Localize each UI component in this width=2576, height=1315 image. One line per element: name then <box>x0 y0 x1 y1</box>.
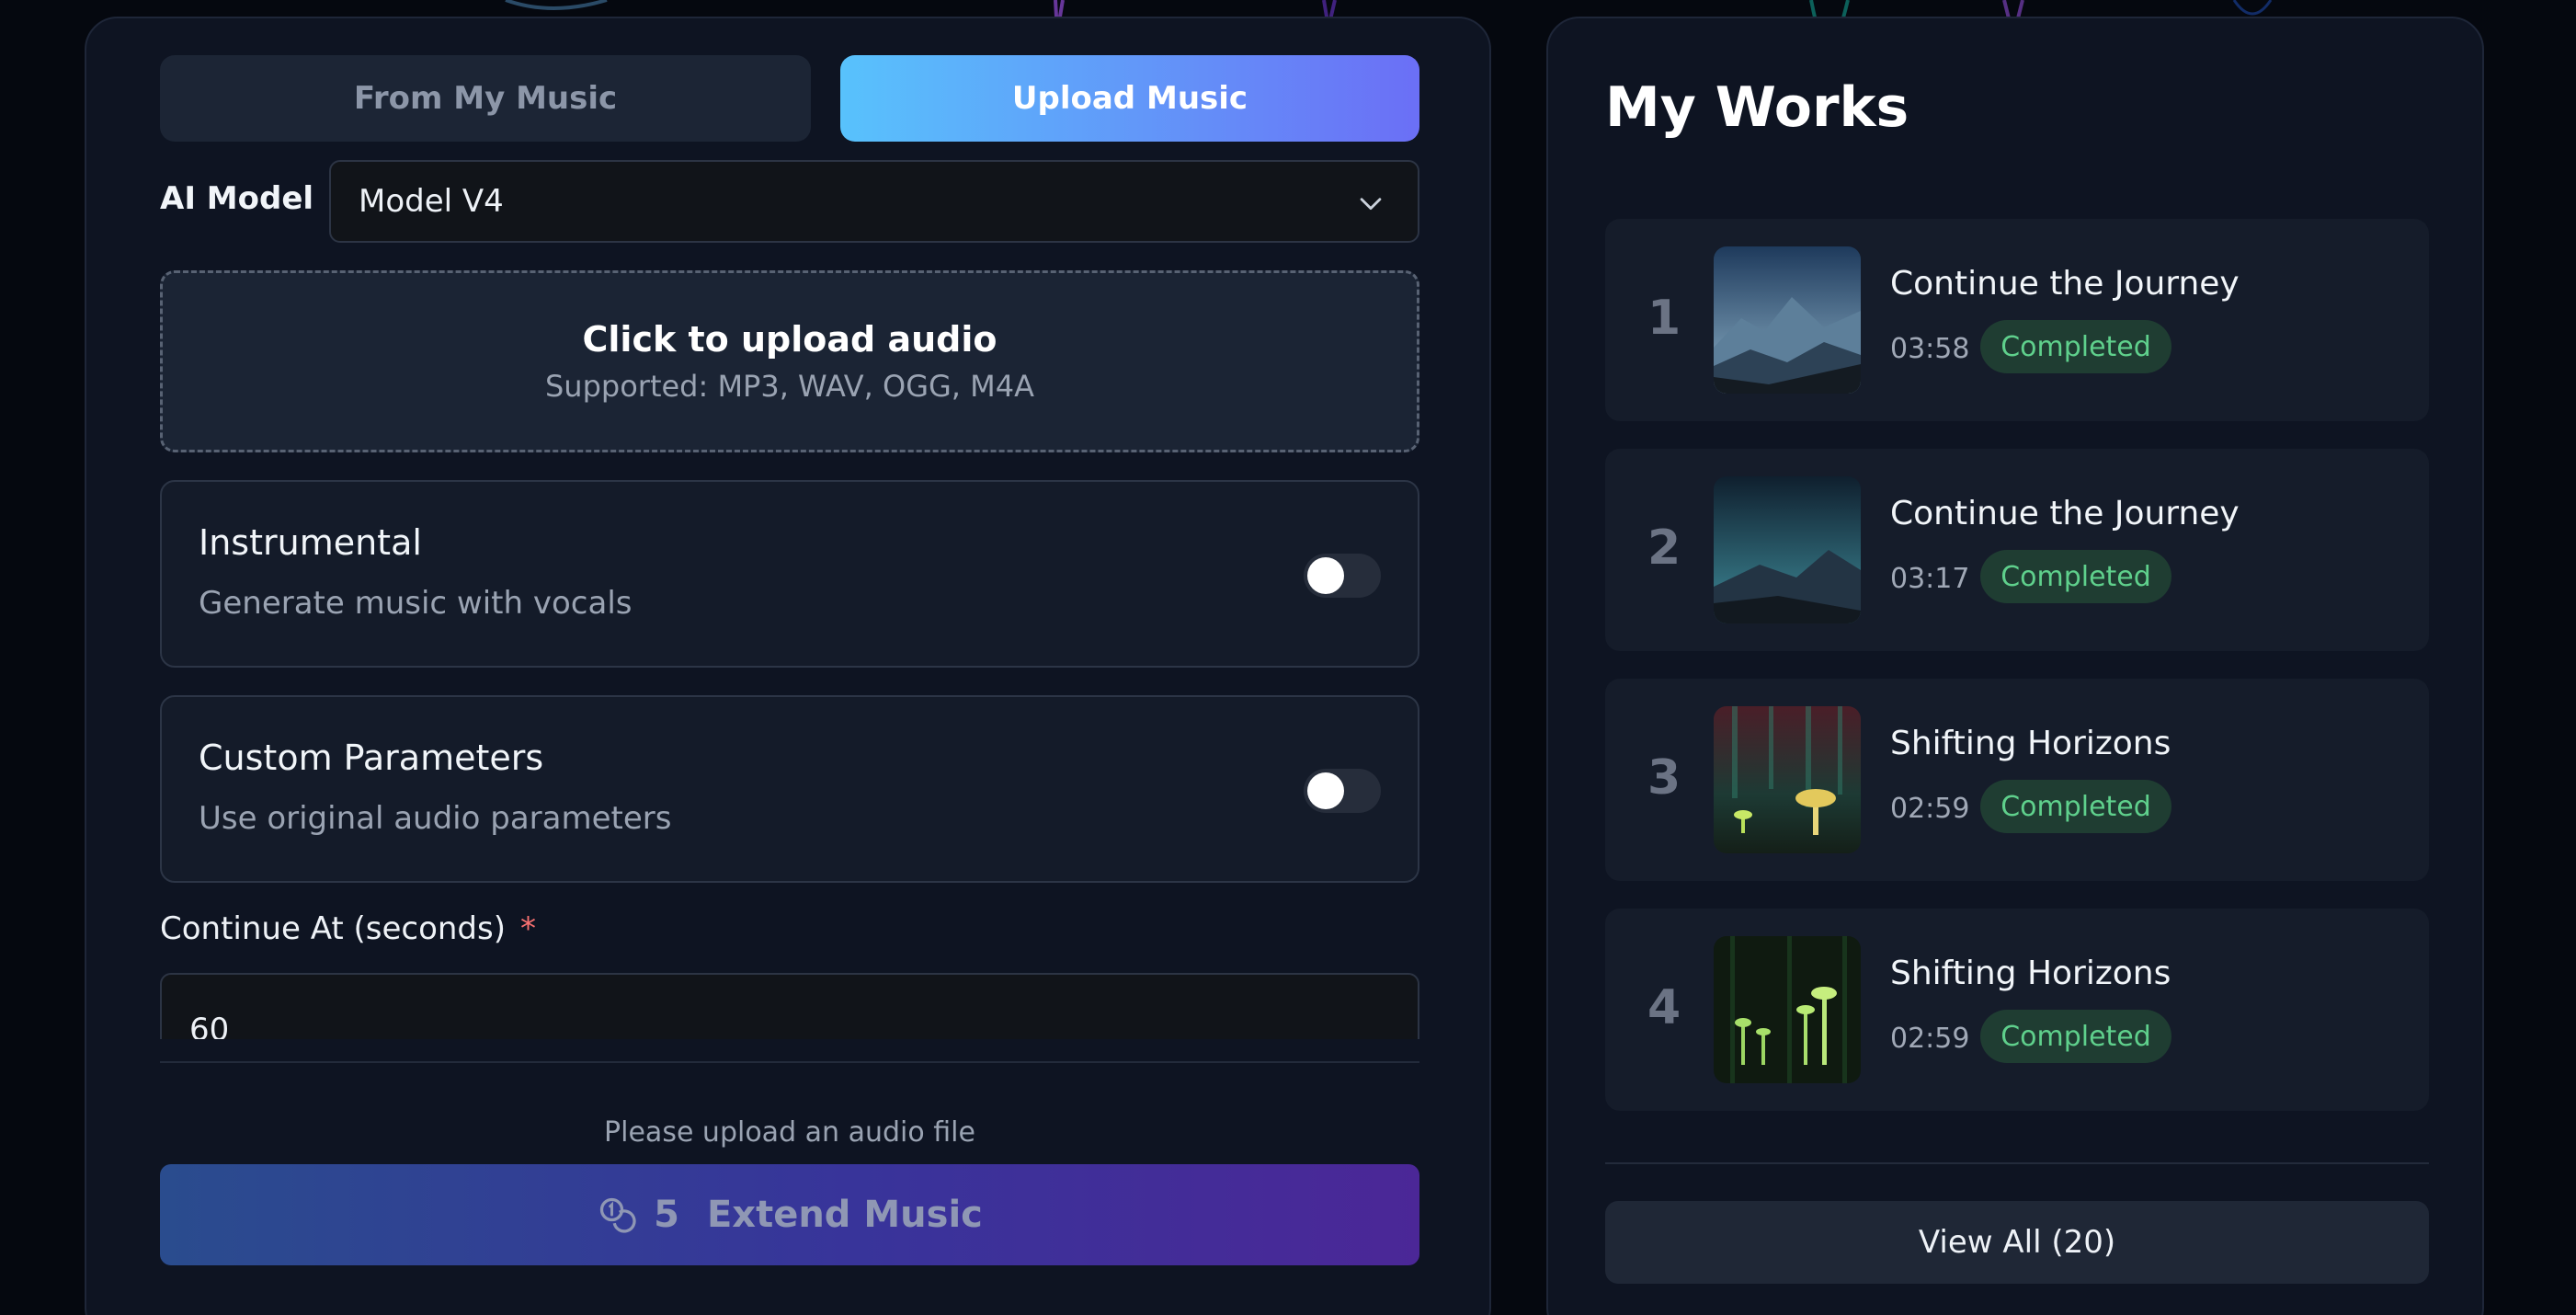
continue-at-label: Continue At (seconds) * <box>160 910 536 947</box>
work-thumbnail <box>1714 476 1861 623</box>
status-badge: Completed <box>1980 550 2171 603</box>
work-rank: 2 <box>1647 520 1681 576</box>
extend-music-button[interactable]: 5 Extend Music <box>160 1164 1419 1265</box>
view-all-button[interactable]: View All (20) <box>1605 1201 2429 1284</box>
status-badge: Completed <box>1980 1010 2171 1063</box>
my-works-title: My Works <box>1605 75 1909 140</box>
work-rank: 1 <box>1647 291 1681 346</box>
instrumental-toggle[interactable] <box>1304 554 1381 598</box>
status-badge: Completed <box>1980 780 2171 833</box>
custom-parameters-toggle[interactable] <box>1304 769 1381 813</box>
upload-hint: Please upload an audio file <box>604 1116 975 1149</box>
extend-cost: 5 <box>654 1194 679 1236</box>
extend-music-panel: From My Music Upload Music AI Model Mode… <box>85 17 1491 1315</box>
tab-from-my-music[interactable]: From My Music <box>160 55 811 142</box>
custom-parameters-description: Use original audio parameters <box>199 800 672 837</box>
work-duration: 03:17 <box>1890 563 1970 595</box>
upload-supported-formats: Supported: MP3, WAV, OGG, M4A <box>544 369 1034 404</box>
work-rank: 3 <box>1647 750 1681 806</box>
instrumental-description: Generate music with vocals <box>199 585 633 622</box>
toggle-knob <box>1307 772 1344 809</box>
ai-model-label: AI Model <box>160 180 314 217</box>
work-thumbnail <box>1714 246 1861 394</box>
required-mark: * <box>520 910 536 947</box>
work-duration: 03:58 <box>1890 333 1970 365</box>
divider <box>160 1061 1419 1063</box>
work-item[interactable]: 1 Continue the Journey 03:58 Completed <box>1605 219 2429 421</box>
upload-title: Click to upload audio <box>582 319 997 360</box>
work-item[interactable]: 3 Shifting Horizons 02:59 Completed <box>1605 679 2429 881</box>
divider <box>1605 1162 2429 1164</box>
custom-parameters-title: Custom Parameters <box>199 738 544 778</box>
work-thumbnail <box>1714 936 1861 1083</box>
tab-upload-music[interactable]: Upload Music <box>840 55 1419 142</box>
ai-model-selected-value: Model V4 <box>359 183 504 220</box>
chevron-down-icon <box>1360 198 1382 211</box>
work-thumbnail <box>1714 706 1861 853</box>
continue-at-label-text: Continue At (seconds) <box>160 910 506 947</box>
work-title: Shifting Horizons <box>1890 725 2171 762</box>
continue-at-scroll-area: 60 <box>160 973 1419 1039</box>
instrumental-title: Instrumental <box>199 522 422 563</box>
work-item[interactable]: 4 Shifting Horizons 02:59 Completed <box>1605 909 2429 1111</box>
work-title: Continue the Journey <box>1890 495 2240 532</box>
work-title: Continue the Journey <box>1890 265 2240 303</box>
work-duration: 02:59 <box>1890 1023 1970 1055</box>
custom-parameters-option: Custom Parameters Use original audio par… <box>160 695 1419 883</box>
work-item[interactable]: 2 Continue the Journey 03:17 Completed <box>1605 449 2429 651</box>
work-duration: 02:59 <box>1890 793 1970 825</box>
work-title: Shifting Horizons <box>1890 955 2171 992</box>
audio-upload-dropzone[interactable]: Click to upload audio Supported: MP3, WA… <box>160 270 1419 452</box>
extend-label: Extend Music <box>706 1194 983 1236</box>
instrumental-option: Instrumental Generate music with vocals <box>160 480 1419 668</box>
ai-model-select[interactable]: Model V4 <box>329 160 1419 243</box>
continue-at-input[interactable]: 60 <box>160 973 1419 1039</box>
coins-icon <box>599 1197 636 1233</box>
toggle-knob <box>1307 557 1344 594</box>
status-badge: Completed <box>1980 320 2171 373</box>
my-works-panel: My Works 1 Continue the Journey 03:58 Co… <box>1546 17 2484 1315</box>
work-rank: 4 <box>1647 980 1681 1035</box>
